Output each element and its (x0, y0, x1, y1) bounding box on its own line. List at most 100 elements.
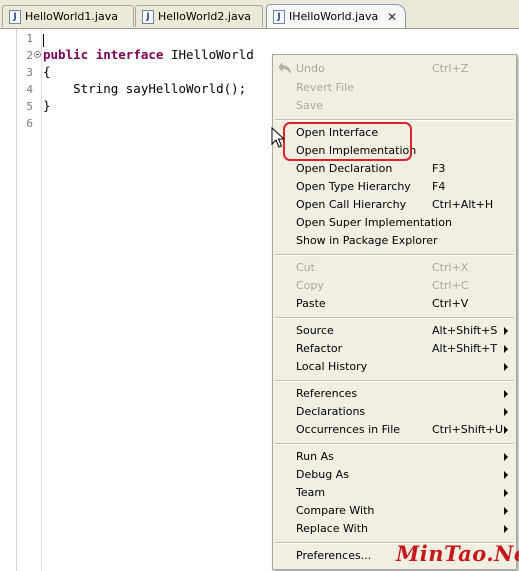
menu-item-shortcut: Ctrl+V (432, 297, 469, 310)
menu-item-label: Compare With (296, 504, 375, 517)
menu-item-label: Cut (296, 261, 315, 274)
tab-ihelloworld[interactable]: J IHelloWorld.java ✕ (266, 4, 406, 28)
menu-item-label: Open Call Hierarchy (296, 198, 407, 211)
code-line: String sayHelloWorld(); (43, 81, 247, 96)
menu-item-label: Copy (296, 279, 324, 292)
menu-item-open-declaration[interactable]: Open Declaration F3 (273, 160, 516, 178)
submenu-arrow-icon (504, 345, 508, 353)
fold-collapse-icon[interactable] (34, 51, 41, 58)
menu-item-label: Open Declaration (296, 162, 393, 175)
menu-item-label: Refactor (296, 342, 343, 355)
menu-item-label: Open Super Implementation (296, 216, 452, 229)
line-number: 6 (26, 117, 33, 130)
menu-item-open-type-hierarchy[interactable]: Open Type Hierarchy F4 (273, 178, 516, 196)
annotation-highlight-box (283, 122, 412, 161)
submenu-arrow-icon (504, 327, 508, 335)
menu-item-refactor[interactable]: Refactor Alt+Shift+T (273, 340, 516, 358)
tab-label: HelloWorld1.java (25, 10, 118, 23)
menu-item-label: Declarations (296, 405, 366, 418)
menu-item-revert-file[interactable]: Revert File (273, 79, 516, 97)
menu-item-shortcut: Ctrl+X (432, 261, 469, 274)
menu-item-cut[interactable]: Cut Ctrl+X (273, 259, 516, 277)
line-number: 5 (26, 100, 33, 113)
submenu-arrow-icon (504, 507, 508, 515)
menu-item-team[interactable]: Team (273, 484, 516, 502)
menu-item-shortcut: F3 (432, 162, 446, 175)
menu-item-debug-as[interactable]: Debug As (273, 466, 516, 484)
menu-item-label: Preferences... (296, 549, 372, 562)
text-caret (43, 34, 44, 47)
menu-item-declarations[interactable]: Declarations (273, 403, 516, 421)
menu-item-open-super-implementation[interactable]: Open Super Implementation (273, 214, 516, 232)
menu-item-save[interactable]: Save (273, 97, 516, 115)
overview-ruler (0, 29, 17, 571)
java-file-icon: J (142, 9, 154, 24)
java-file-icon: J (9, 9, 21, 24)
menu-item-replace-with[interactable]: Replace With (273, 520, 516, 538)
menu-item-label: Paste (296, 297, 326, 310)
menu-item-copy[interactable]: Copy Ctrl+C (273, 277, 516, 295)
close-icon[interactable]: ✕ (386, 11, 398, 23)
menu-item-undo[interactable]: Undo Ctrl+Z (273, 60, 516, 78)
identifier: IHelloWorld (163, 47, 254, 62)
menu-item-label: Revert File (296, 81, 354, 94)
menu-item-shortcut: Ctrl+Z (432, 62, 469, 75)
menu-item-label: Undo (296, 62, 325, 75)
line-number: 3 (26, 66, 33, 79)
menu-item-open-call-hierarchy[interactable]: Open Call Hierarchy Ctrl+Alt+H (273, 196, 516, 214)
menu-item-label: Run As (296, 450, 334, 463)
menu-item-occurrences-in-file[interactable]: Occurrences in File Ctrl+Shift+U (273, 421, 516, 439)
submenu-arrow-icon (504, 471, 508, 479)
line-number: 4 (26, 83, 33, 96)
menu-item-label: Save (296, 99, 324, 112)
menu-item-label: Team (296, 486, 326, 499)
tab-label: IHelloWorld.java (289, 10, 379, 23)
submenu-arrow-icon (504, 408, 508, 416)
menu-item-shortcut: F4 (432, 180, 446, 193)
menu-item-show-in-package-explorer[interactable]: Show in Package Explorer (273, 232, 516, 250)
menu-item-shortcut: Ctrl+C (432, 279, 469, 292)
code-line: { (43, 64, 51, 79)
menu-item-source[interactable]: Source Alt+Shift+S (273, 322, 516, 340)
menu-separator (275, 317, 514, 319)
submenu-arrow-icon (504, 426, 508, 434)
line-number-gutter: 1 2 3 4 5 6 (17, 29, 42, 571)
keyword: interface (95, 47, 164, 62)
undo-icon (278, 62, 291, 74)
submenu-arrow-icon (504, 363, 508, 371)
tab-helloworld2[interactable]: J HelloWorld2.java (135, 5, 263, 27)
menu-item-label: Show in Package Explorer (296, 234, 438, 247)
menu-item-shortcut: Alt+Shift+S (432, 324, 498, 337)
menu-separator (275, 443, 514, 445)
code-line: public interface IHelloWorld (43, 47, 254, 62)
menu-separator (275, 380, 514, 382)
submenu-arrow-icon (504, 525, 508, 533)
menu-item-run-as[interactable]: Run As (273, 448, 516, 466)
tab-helloworld1[interactable]: J HelloWorld1.java (2, 5, 134, 27)
menu-item-local-history[interactable]: Local History (273, 358, 516, 376)
menu-item-label: Source (296, 324, 334, 337)
line-number: 2 (26, 49, 33, 62)
watermark-text: MinTao.Net (396, 541, 519, 566)
menu-item-label: Open Type Hierarchy (296, 180, 411, 193)
editor-tab-bar: J HelloWorld1.java J HelloWorld2.java J … (0, 0, 519, 29)
menu-item-label: Replace With (296, 522, 368, 535)
mouse-pointer-icon (271, 127, 285, 148)
submenu-arrow-icon (504, 489, 508, 497)
menu-item-shortcut: Ctrl+Shift+U (432, 423, 504, 436)
menu-item-label: Debug As (296, 468, 349, 481)
tab-label: HelloWorld2.java (158, 10, 251, 23)
menu-item-references[interactable]: References (273, 385, 516, 403)
menu-item-label: References (296, 387, 358, 400)
menu-separator (275, 119, 514, 121)
menu-item-compare-with[interactable]: Compare With (273, 502, 516, 520)
keyword: public (43, 47, 89, 62)
menu-item-paste[interactable]: Paste Ctrl+V (273, 295, 516, 313)
code-line: } (43, 98, 51, 113)
submenu-arrow-icon (504, 390, 508, 398)
menu-separator (275, 254, 514, 256)
submenu-arrow-icon (504, 453, 508, 461)
menu-item-shortcut: Alt+Shift+T (432, 342, 498, 355)
menu-item-shortcut: Ctrl+Alt+H (432, 198, 494, 211)
menu-item-label: Occurrences in File (296, 423, 401, 436)
